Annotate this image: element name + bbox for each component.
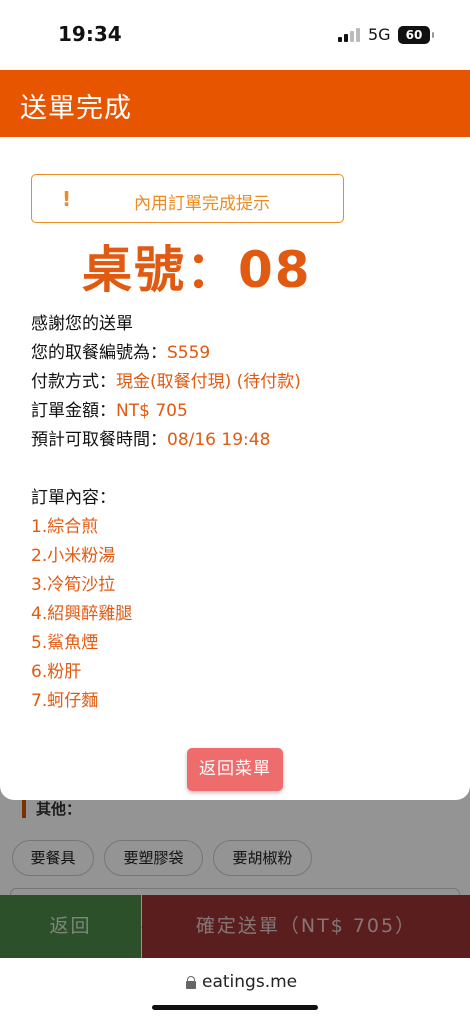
- battery-icon: 60: [398, 26, 434, 44]
- payment-row: 付款方式：現金(取餐付現) (待付款): [31, 367, 301, 392]
- back-to-menu-button[interactable]: 返回菜單: [187, 748, 283, 791]
- status-time: 19:34: [58, 22, 122, 46]
- modal-header: 送單完成: [0, 70, 470, 137]
- network-type: 5G: [368, 25, 391, 44]
- pickup-time-value: 08/16 19:48: [167, 430, 271, 450]
- pickup-number-row: 您的取餐編號為：S559: [31, 338, 210, 363]
- browser-url-bar[interactable]: eatings.me: [0, 958, 470, 1020]
- order-complete-modal: 送單完成 ! 內用訂單完成提示 桌號：08 感謝您的送單 您的取餐編號為：S55…: [0, 70, 470, 800]
- list-item: 7.蚵仔麵: [31, 691, 99, 711]
- amount-value: NT$ 705: [116, 401, 188, 421]
- payment-label: 付款方式：: [31, 372, 116, 392]
- signal-icon: [338, 28, 360, 42]
- status-bar: 19:34 5G 60: [0, 0, 470, 70]
- amount-row: 訂單金額：NT$ 705: [31, 396, 188, 421]
- lock-icon: [186, 976, 196, 989]
- list-item: 5.鯊魚煙: [31, 633, 99, 653]
- amount-label: 訂單金額：: [31, 401, 116, 421]
- order-contents-label: 訂單內容：: [31, 488, 116, 508]
- thanks-text: 感謝您的送單: [31, 314, 133, 334]
- pickup-time-label: 預計可取餐時間：: [31, 430, 167, 450]
- exclamation-icon: !: [62, 187, 72, 211]
- alert-text: 內用訂單完成提示: [134, 194, 270, 214]
- home-indicator[interactable]: [152, 1005, 318, 1010]
- list-item: 1.綜合煎: [31, 517, 99, 537]
- pickup-time-row: 預計可取餐時間：08/16 19:48: [31, 425, 270, 450]
- alert-box: ! 內用訂單完成提示: [31, 174, 344, 223]
- list-item: 4.紹興醉雞腿: [31, 604, 133, 624]
- pickup-value: S559: [167, 343, 211, 363]
- url-text[interactable]: eatings.me: [202, 972, 297, 992]
- table-number: 桌號：08: [82, 241, 312, 299]
- list-item: 3.冷筍沙拉: [31, 575, 116, 595]
- list-item: 6.粉肝: [31, 662, 82, 682]
- payment-value: 現金(取餐付現) (待付款): [116, 372, 301, 392]
- modal-title: 送單完成: [20, 93, 132, 124]
- pickup-label: 您的取餐編號為：: [31, 343, 167, 363]
- list-item: 2.小米粉湯: [31, 546, 116, 566]
